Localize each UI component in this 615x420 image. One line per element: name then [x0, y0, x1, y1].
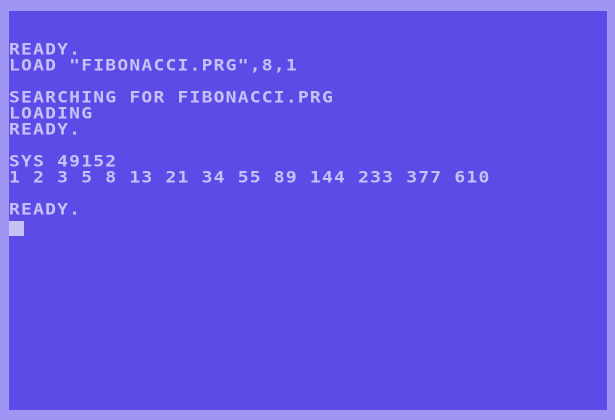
block-cursor-icon: [9, 221, 24, 236]
output-line-searching: SEARCHING FOR FIBONACCI.PRG: [9, 88, 334, 108]
output-line-ready-1: READY.: [9, 40, 82, 60]
output-line-loading: LOADING: [9, 104, 94, 124]
command-line-load: LOAD "FIBONACCI.PRG",8,1: [9, 56, 298, 76]
c64-screen[interactable]: READY. LOAD "FIBONACCI.PRG",8,1 SEARCHIN…: [9, 11, 607, 410]
output-line-ready-2: READY.: [9, 120, 82, 140]
command-line-sys: SYS 49152: [9, 152, 118, 172]
output-line-fibonacci: 1 2 3 5 8 13 21 34 55 89 144 233 377 610: [9, 168, 491, 188]
output-line-ready-3: READY.: [9, 200, 82, 220]
